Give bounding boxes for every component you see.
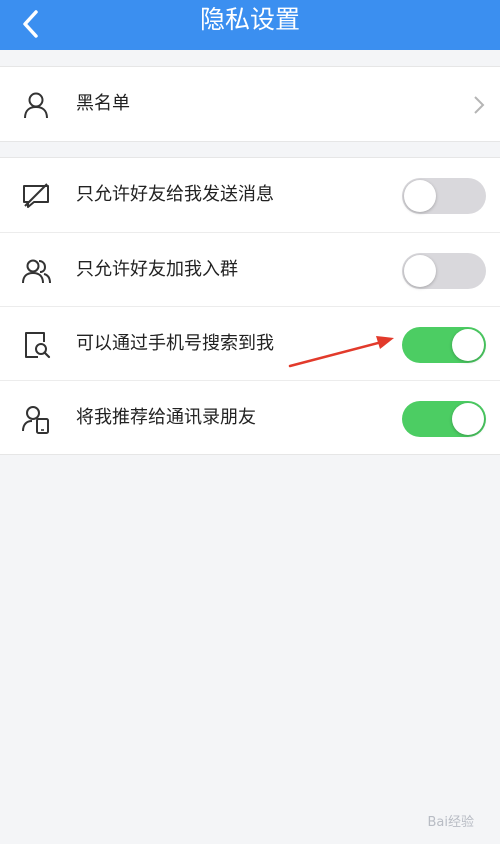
toggle-knob [452,329,484,361]
phone-search-toggle[interactable] [402,327,486,363]
toggle-knob [404,180,436,212]
blacklist-group: 黑名单 [0,66,500,142]
blacklist-label: 黑名单 [76,93,130,114]
friends-group-toggle[interactable] [402,253,486,289]
person-phone-icon [22,406,49,434]
person-icon [24,92,48,119]
annotation-arrow [288,336,394,368]
blacklist-row[interactable]: 黑名单 [0,67,500,141]
toggle-knob [404,255,436,287]
people-icon [22,259,51,284]
setting-row-friends-message: 只允许好友给我发送消息 [0,158,500,232]
setting-label: 将我推荐给通讯录朋友 [76,407,256,428]
recommend-contacts-toggle[interactable] [402,401,486,437]
chevron-right-icon [474,96,485,114]
search-phone-icon [25,332,51,359]
privacy-toggles-group: 只允许好友给我发送消息 只允许好友加我入群 可以通过手机号搜索到我 将我推荐给通… [0,157,500,455]
setting-label: 只允许好友给我发送消息 [76,184,274,205]
header-bar: 隐私设置 [0,0,500,50]
setting-label: 可以通过手机号搜索到我 [76,333,274,354]
setting-row-friends-group: 只允许好友加我入群 [0,232,500,306]
watermark: Bai经验 [427,815,475,830]
setting-row-recommend-contacts: 将我推荐给通讯录朋友 [0,380,500,454]
setting-row-phone-search: 可以通过手机号搜索到我 [0,306,500,380]
message-blocked-icon [23,183,49,208]
setting-label: 只允许好友加我入群 [76,259,238,280]
toggle-knob [452,403,484,435]
friends-message-toggle[interactable] [402,178,486,214]
page-title: 隐私设置 [199,5,300,34]
